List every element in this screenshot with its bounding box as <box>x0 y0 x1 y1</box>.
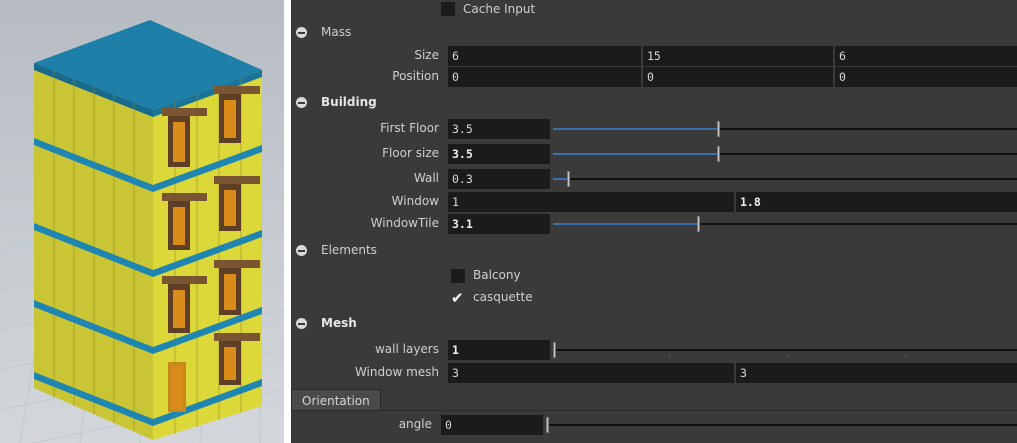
collapse-elements-icon[interactable] <box>296 245 307 256</box>
floor-size-label: Floor size <box>382 146 439 160</box>
wall-slider[interactable] <box>553 168 1017 190</box>
cache-input-checkbox[interactable] <box>441 2 455 16</box>
floor-size-slider[interactable] <box>553 143 1017 165</box>
wall-layers-row: wall layers 1 <box>291 339 1017 361</box>
window-mesh-row: Window mesh 3 3 <box>291 362 1017 384</box>
window-tile-slider[interactable] <box>553 213 1017 235</box>
first-floor-slider[interactable] <box>553 118 1017 140</box>
wall-layers-label: wall layers <box>374 342 439 356</box>
first-floor-row: First Floor 3.5 <box>291 118 1017 140</box>
angle-slider[interactable] <box>546 414 1017 436</box>
angle-label: angle <box>398 417 432 431</box>
window-label: Window <box>391 194 439 208</box>
collapse-building-icon[interactable] <box>296 97 307 108</box>
window-min-field[interactable]: 1 <box>448 192 734 212</box>
section-building[interactable]: Building <box>291 92 1017 114</box>
first-floor-slider-handle[interactable] <box>717 121 720 137</box>
wall-field[interactable]: 0.3 <box>448 169 550 189</box>
building-render <box>0 20 284 443</box>
parameter-panel: Cache Input Mass Size 6 15 6 Position 0 … <box>291 0 1017 443</box>
collapse-mass-icon[interactable] <box>296 27 307 38</box>
wall-label: Wall <box>413 171 439 185</box>
section-mesh-title: Mesh <box>321 316 357 330</box>
window-tile-row: WindowTile 3.1 <box>291 213 1017 235</box>
mass-size-x-field[interactable]: 6 <box>448 46 641 66</box>
casquette-label: casquette <box>473 290 533 304</box>
section-mass-title: Mass <box>321 25 352 39</box>
balcony-label: Balcony <box>473 268 521 282</box>
floor-size-field[interactable]: 3.5 <box>448 144 550 164</box>
section-elements[interactable]: Elements <box>291 240 1017 262</box>
mass-position-y-field[interactable]: 0 <box>643 67 833 87</box>
angle-row: angle 0 <box>291 414 1017 436</box>
window-tile-field[interactable]: 3.1 <box>448 214 550 234</box>
mass-position-row: Position 0 0 0 <box>291 66 1017 88</box>
cache-input-row: Cache Input <box>291 0 1017 19</box>
mass-position-label: Position <box>392 69 439 83</box>
mass-position-z-field[interactable]: 0 <box>835 67 1017 87</box>
wall-layers-field[interactable]: 1 <box>448 340 550 360</box>
window-tile-slider-handle[interactable] <box>697 216 700 232</box>
mass-size-label: Size <box>414 48 439 62</box>
casquette-checkmark-icon[interactable]: ✔ <box>451 291 464 306</box>
section-building-title: Building <box>321 95 377 109</box>
balcony-checkbox[interactable] <box>451 269 465 283</box>
first-floor-label: First Floor <box>380 121 439 135</box>
wall-layers-slider[interactable] <box>553 339 1017 361</box>
window-mesh-b-field[interactable]: 3 <box>736 363 1017 383</box>
mass-size-y-field[interactable]: 15 <box>643 46 833 66</box>
section-mesh[interactable]: Mesh <box>291 313 1017 335</box>
wall-layers-slider-handle[interactable] <box>553 342 556 358</box>
floor-size-row: Floor size 3.5 <box>291 143 1017 165</box>
section-mass[interactable]: Mass <box>291 22 1017 44</box>
angle-field[interactable]: 0 <box>441 415 543 435</box>
first-floor-field[interactable]: 3.5 <box>448 119 550 139</box>
window-mesh-a-field[interactable]: 3 <box>448 363 734 383</box>
window-row: Window 1 1.8 <box>291 191 1017 213</box>
mass-position-x-field[interactable]: 0 <box>448 67 641 87</box>
3d-viewport[interactable] <box>0 0 284 443</box>
floor-size-slider-handle[interactable] <box>717 146 720 162</box>
collapse-mesh-icon[interactable] <box>296 318 307 329</box>
cache-input-label: Cache Input <box>463 2 536 16</box>
casquette-row: ✔ casquette <box>291 287 1017 309</box>
tab-orientation[interactable]: Orientation <box>291 389 381 411</box>
window-mesh-label: Window mesh <box>354 365 439 379</box>
window-max-field[interactable]: 1.8 <box>736 192 1017 212</box>
wall-slider-handle[interactable] <box>567 171 570 187</box>
mass-size-z-field[interactable]: 6 <box>835 46 1017 66</box>
angle-slider-handle[interactable] <box>546 417 549 433</box>
section-elements-title: Elements <box>321 243 377 257</box>
mass-size-row: Size 6 15 6 <box>291 45 1017 67</box>
wall-row: Wall 0.3 <box>291 168 1017 190</box>
window-tile-label: WindowTile <box>370 216 439 230</box>
balcony-row: Balcony <box>291 265 1017 287</box>
